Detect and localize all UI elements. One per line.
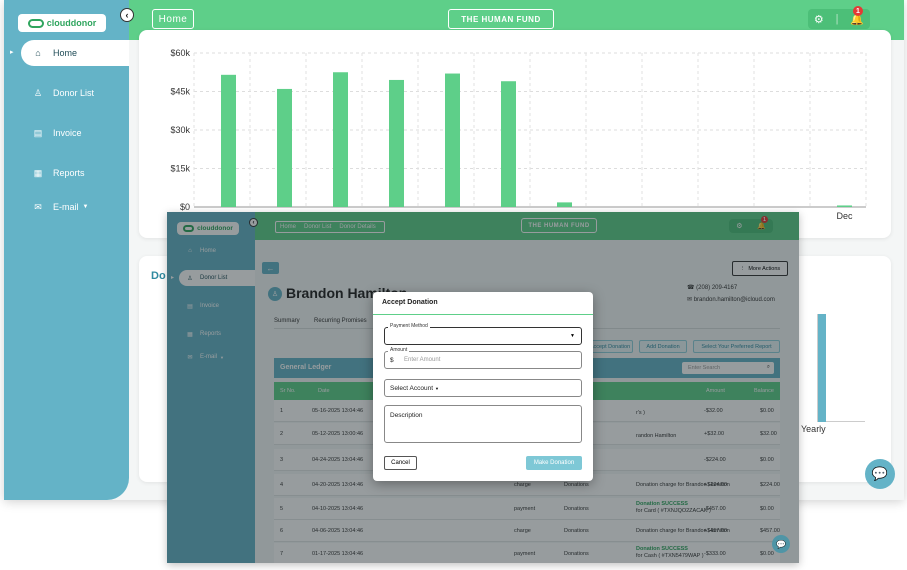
bar[interactable] xyxy=(837,205,852,207)
bar xyxy=(818,314,826,422)
y-tick-label: $0 xyxy=(180,202,190,212)
chat-button[interactable]: 💬 xyxy=(772,535,790,553)
y-tick-label: $45k xyxy=(170,87,190,97)
currency-symbol: $ xyxy=(390,357,394,364)
chevron-down-icon: ▼ xyxy=(570,333,575,339)
description-textarea[interactable]: Description xyxy=(384,405,582,443)
y-tick-label: $30k xyxy=(170,125,190,135)
sidebar-item-donor-list[interactable]: ♙ Donor List xyxy=(31,86,94,100)
home-icon: ⌂ xyxy=(35,48,41,58)
amount-placeholder: Enter Amount xyxy=(404,357,441,363)
sidebar-item-label: Invoice xyxy=(53,128,82,138)
gear-icon[interactable]: ⚙ xyxy=(814,13,824,26)
reports-icon: ▦ xyxy=(33,167,43,178)
bar[interactable] xyxy=(221,74,236,207)
description-label: Description xyxy=(390,412,423,419)
donations-chart-card: $60k $45k $30k $15k $0 Dec xyxy=(139,30,891,238)
sidebar-item-label: Home xyxy=(53,48,78,58)
user-icon: ♙ xyxy=(33,87,43,98)
x-axis-label: Yearly xyxy=(801,424,826,434)
payment-method-label: Payment Method xyxy=(388,323,430,329)
sidebar-item-email[interactable]: ✉ E-mail ▼ xyxy=(31,200,88,214)
sidebar xyxy=(4,0,129,500)
bar[interactable] xyxy=(557,202,572,207)
chart-area xyxy=(817,314,865,422)
sidebar-item-home[interactable]: ⌂ Home xyxy=(21,40,129,66)
bar[interactable] xyxy=(389,79,404,207)
accept-donation-modal: Accept Donation ▼ Payment Method $ Enter… xyxy=(373,292,593,481)
collapse-sidebar-button[interactable]: ‹ xyxy=(120,8,134,22)
y-tick-label: $15k xyxy=(170,164,190,174)
mail-icon: ✉ xyxy=(34,201,42,212)
select-account-dropdown[interactable]: Select Account ▼ xyxy=(384,379,582,397)
home-breadcrumb[interactable]: Home xyxy=(152,9,194,29)
payment-method-select[interactable]: ▼ xyxy=(384,327,582,345)
app-logo[interactable]: clouddonor xyxy=(18,14,106,32)
sidebar-item-label: E-mail xyxy=(53,202,79,212)
y-tick-label: $60k xyxy=(170,48,190,58)
bar[interactable] xyxy=(501,81,516,207)
bar[interactable] xyxy=(277,88,292,207)
sidebar-item-reports[interactable]: ▦ Reports xyxy=(31,166,85,180)
select-account-label: Select Account xyxy=(390,385,433,392)
chat-button[interactable]: 💬 xyxy=(865,459,895,489)
donations-bar-chart: $60k $45k $30k $15k $0 Dec xyxy=(170,48,867,221)
card-title: Do xyxy=(151,270,166,282)
chat-icon: 💬 xyxy=(871,466,889,481)
invoice-icon: ▤ xyxy=(33,127,43,138)
active-indicator: ▸ xyxy=(10,49,14,56)
make-donation-button[interactable]: Make Donation xyxy=(526,456,582,470)
amount-label: Amount xyxy=(388,347,410,353)
amount-input[interactable]: $ Enter Amount xyxy=(384,351,582,369)
cloud-icon xyxy=(27,18,44,28)
sidebar-item-label: Reports xyxy=(53,168,85,178)
divider: | xyxy=(835,13,839,25)
cancel-button[interactable]: Cancel xyxy=(384,456,417,470)
x-tick-label: Dec xyxy=(836,211,853,221)
chevron-down-icon: ▼ xyxy=(82,204,89,210)
sidebar-item-invoice[interactable]: ▤ Invoice xyxy=(31,126,82,140)
sidebar-item-label: Donor List xyxy=(53,88,95,98)
modal-title: Accept Donation xyxy=(382,299,438,306)
chat-icon: 💬 xyxy=(776,539,786,549)
org-selector-button[interactable]: THE HUMAN FUND xyxy=(448,9,554,29)
bar[interactable] xyxy=(333,72,348,207)
modal-divider xyxy=(373,314,593,315)
logo-text: clouddonor xyxy=(46,18,97,28)
bar[interactable] xyxy=(445,73,460,208)
chevron-down-icon: ▼ xyxy=(435,386,439,391)
notification-badge: 1 xyxy=(853,6,863,16)
